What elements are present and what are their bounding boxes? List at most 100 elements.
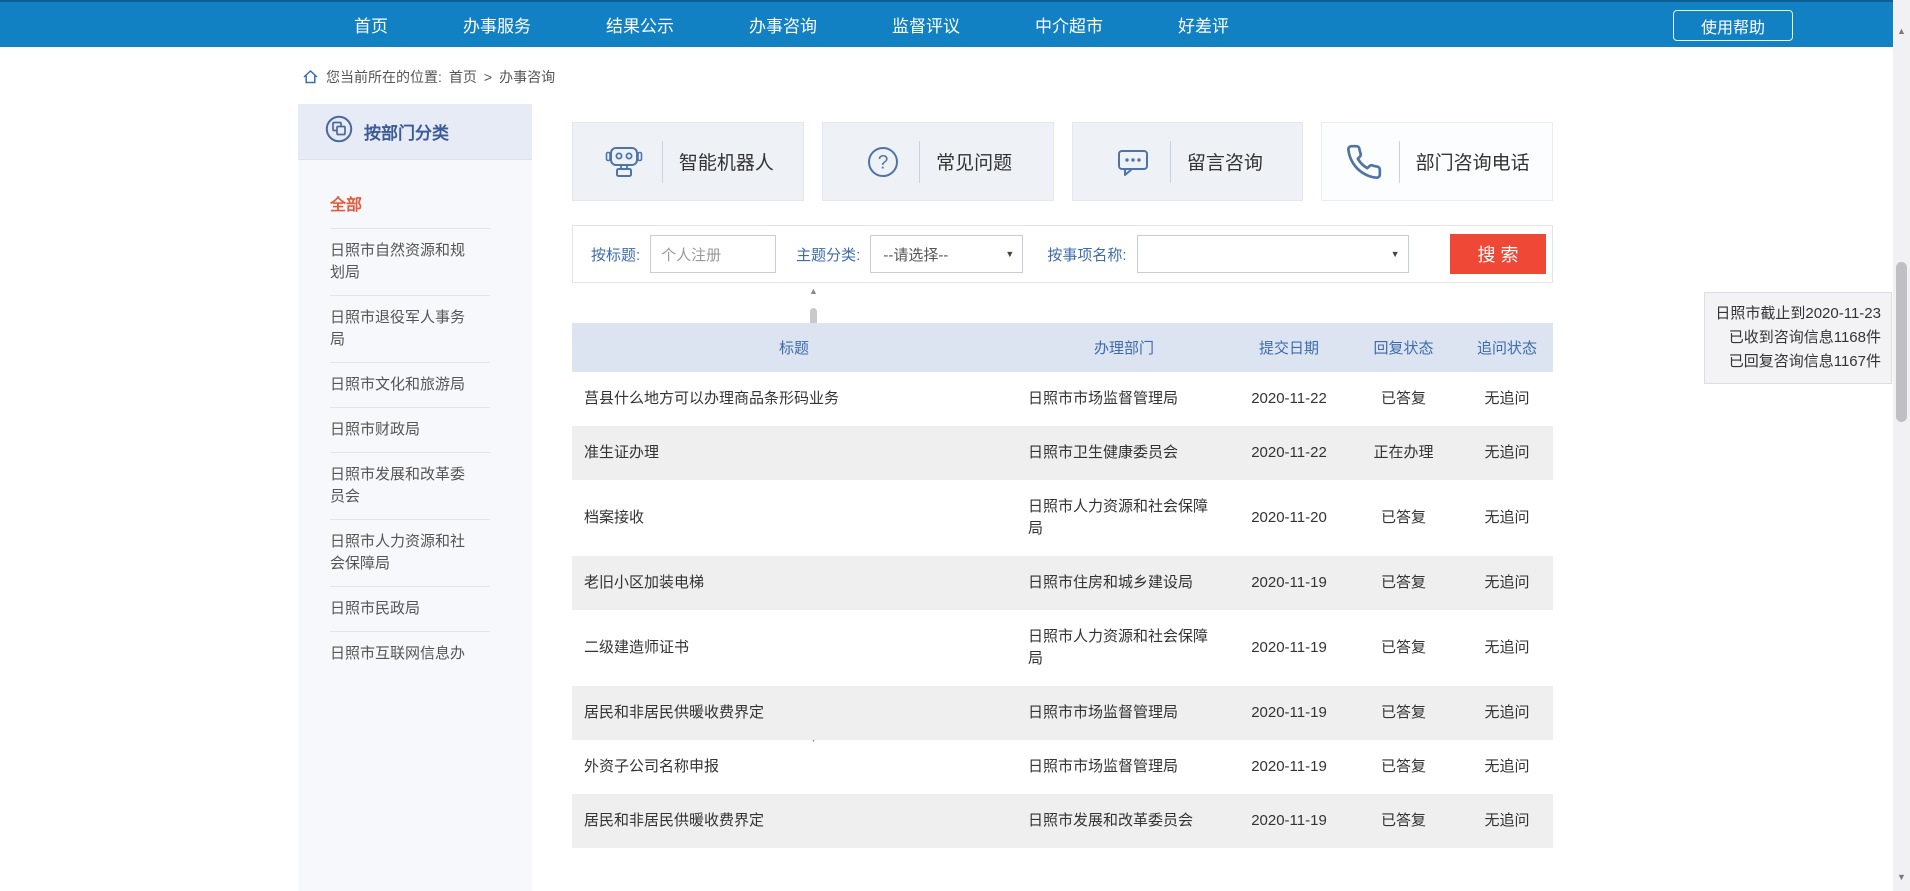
sidebar-item[interactable]: 日照市财政局	[330, 408, 490, 453]
stats-line: 已回复咨询信息1167件	[1715, 350, 1881, 374]
tab-label: 留言咨询	[1187, 148, 1263, 175]
row-date: 2020-11-20	[1232, 480, 1346, 556]
col-header-follow-status: 追问状态	[1461, 323, 1553, 372]
row-title[interactable]: 二级建造师证书	[572, 610, 1016, 686]
nav-item-services[interactable]: 办事服务	[463, 12, 531, 37]
table-row[interactable]: 档案接收 日照市人力资源和社会保障局 2020-11-20 已答复 无追问	[572, 480, 1553, 556]
tab-label: 常见问题	[936, 148, 1012, 175]
table-row[interactable]: 老旧小区加装电梯 日照市住房和城乡建设局 2020-11-19 已答复 无追问	[572, 556, 1553, 610]
sidebar-item-all[interactable]: 全部	[330, 184, 490, 229]
row-follow-status: 无追问	[1461, 610, 1553, 686]
main-content: 智能机器人 ? 常见问题	[572, 104, 1553, 848]
row-department: 日照市市场监督管理局	[1016, 686, 1232, 740]
divider	[662, 141, 663, 183]
divider	[1170, 141, 1171, 183]
sidebar-item[interactable]: 日照市互联网信息办	[330, 632, 490, 676]
row-follow-status: 无追问	[1461, 426, 1553, 480]
consultation-table: 标题 办理部门 提交日期 回复状态 追问状态 莒县什么地方可以办理商品条形码业务…	[572, 323, 1553, 848]
row-title[interactable]: 准生证办理	[572, 426, 1016, 480]
category-select[interactable]: --请选择-- ▼	[870, 235, 1023, 273]
nav-items: 首页 办事服务 结果公示 办事咨询 监督评议 中介超市 好差评	[0, 12, 1229, 37]
chevron-down-icon: ▼	[1005, 249, 1014, 259]
row-follow-status: 无追问	[1461, 372, 1553, 426]
tab-faq[interactable]: ? 常见问题	[822, 122, 1054, 201]
row-title[interactable]: 居民和非居民供暖收费界定	[572, 794, 1016, 848]
table-row[interactable]: 外资子公司名称申报 日照市市场监督管理局 2020-11-19 已答复 无追问	[572, 740, 1553, 794]
consultation-stats-box: 日照市截止到2020-11-23 已收到咨询信息1168件 已回复咨询信息116…	[1704, 292, 1892, 384]
row-follow-status: 无追问	[1461, 480, 1553, 556]
sidebar-item[interactable]: 日照市人力资源和社会保障局	[330, 520, 490, 587]
nav-item-results[interactable]: 结果公示	[606, 12, 674, 37]
consult-channel-tabs: 智能机器人 ? 常见问题	[572, 122, 1553, 201]
scroll-down-icon[interactable]: ▼	[1897, 872, 1906, 882]
row-reply-status: 已答复	[1346, 372, 1461, 426]
row-department: 日照市发展和改革委员会	[1016, 794, 1232, 848]
nav-item-consult[interactable]: 办事咨询	[749, 12, 817, 37]
sidebar-item[interactable]: 日照市退役军人事务局	[330, 296, 490, 363]
breadcrumb-separator: >	[484, 69, 492, 85]
page-scrollbar: ▲ ▼	[1893, 0, 1910, 891]
nav-item-agency-market[interactable]: 中介超市	[1035, 12, 1103, 37]
breadcrumb: 您当前所在的位置: 首页 > 办事咨询	[302, 49, 555, 104]
sidebar-list: 全部 日照市自然资源和规划局 日照市退役军人事务局 日照市文化和旅游局 日照市财…	[298, 160, 532, 676]
help-button[interactable]: 使用帮助	[1673, 10, 1793, 41]
breadcrumb-current: 办事咨询	[499, 67, 555, 87]
nav-item-rating[interactable]: 好差评	[1178, 12, 1229, 37]
sidebar-item[interactable]: 日照市民政局	[330, 587, 490, 632]
sidebar-item[interactable]: 日照市发展和改革委员会	[330, 453, 490, 520]
row-follow-status: 无追问	[1461, 686, 1553, 740]
row-title[interactable]: 莒县什么地方可以办理商品条形码业务	[572, 372, 1016, 426]
table-row[interactable]: 二级建造师证书 日照市人力资源和社会保障局 2020-11-19 已答复 无追问	[572, 610, 1553, 686]
row-title[interactable]: 居民和非居民供暖收费界定	[572, 686, 1016, 740]
divider	[1399, 141, 1400, 183]
row-date: 2020-11-19	[1232, 740, 1346, 794]
tab-label: 部门咨询电话	[1416, 148, 1530, 175]
question-icon: ?	[863, 142, 903, 182]
row-reply-status: 已答复	[1346, 556, 1461, 610]
sidebar-item[interactable]: 日照市文化和旅游局	[330, 363, 490, 408]
svg-text:?: ?	[878, 152, 889, 173]
row-department: 日照市人力资源和社会保障局	[1016, 480, 1232, 556]
table-row[interactable]: 居民和非居民供暖收费界定 日照市发展和改革委员会 2020-11-19 已答复 …	[572, 794, 1553, 848]
sidebar-item[interactable]: 日照市自然资源和规划局	[330, 229, 490, 296]
row-department: 日照市市场监督管理局	[1016, 372, 1232, 426]
row-date: 2020-11-19	[1232, 556, 1346, 610]
table-row[interactable]: 莒县什么地方可以办理商品条形码业务 日照市市场监督管理局 2020-11-22 …	[572, 372, 1553, 426]
chevron-down-icon: ▼	[1391, 249, 1400, 259]
item-name-label: 按事项名称:	[1047, 244, 1126, 265]
robot-icon	[602, 140, 646, 184]
title-search-input[interactable]	[650, 235, 776, 273]
message-icon	[1112, 141, 1154, 183]
col-header-department: 办理部门	[1016, 323, 1232, 372]
breadcrumb-home-link[interactable]: 首页	[449, 67, 477, 87]
row-title[interactable]: 外资子公司名称申报	[572, 740, 1016, 794]
phone-icon	[1345, 143, 1383, 181]
row-department: 日照市市场监督管理局	[1016, 740, 1232, 794]
table-header-row: 标题 办理部门 提交日期 回复状态 追问状态	[572, 323, 1553, 372]
tab-smart-robot[interactable]: 智能机器人	[572, 122, 804, 201]
search-button[interactable]: 搜 索	[1450, 234, 1546, 274]
row-title[interactable]: 档案接收	[572, 480, 1016, 556]
page-scrollbar-thumb[interactable]	[1896, 262, 1907, 422]
tab-department-phone[interactable]: 部门咨询电话	[1321, 122, 1553, 201]
breadcrumb-label: 您当前所在的位置:	[326, 67, 442, 87]
top-nav: 首页 办事服务 结果公示 办事咨询 监督评议 中介超市 好差评 使用帮助	[0, 0, 1893, 47]
tab-leave-message[interactable]: 留言咨询	[1072, 122, 1304, 201]
row-reply-status: 已答复	[1346, 686, 1461, 740]
table-row[interactable]: 居民和非居民供暖收费界定 日照市市场监督管理局 2020-11-19 已答复 无…	[572, 686, 1553, 740]
category-label: 主题分类:	[796, 244, 860, 265]
title-search-label: 按标题:	[591, 244, 640, 265]
row-date: 2020-11-19	[1232, 686, 1346, 740]
row-reply-status: 已答复	[1346, 480, 1461, 556]
page: 首页 办事服务 结果公示 办事咨询 监督评议 中介超市 好差评 使用帮助 您当前…	[0, 0, 1910, 891]
scroll-up-icon[interactable]: ▲	[1897, 26, 1906, 36]
sidebar-department-filter: 按部门分类 全部 日照市自然资源和规划局 日照市退役军人事务局 日照市文化和旅游…	[298, 104, 532, 891]
table-row[interactable]: 准生证办理 日照市卫生健康委员会 2020-11-22 正在办理 无追问	[572, 426, 1553, 480]
nav-item-home[interactable]: 首页	[354, 12, 388, 37]
search-bar: 按标题: 主题分类: --请选择-- ▼ 按事项名称: ▼ 搜 索	[572, 225, 1553, 283]
row-date: 2020-11-19	[1232, 794, 1346, 848]
row-title[interactable]: 老旧小区加装电梯	[572, 556, 1016, 610]
stats-line: 日照市截止到2020-11-23	[1715, 302, 1881, 326]
nav-item-supervision[interactable]: 监督评议	[892, 12, 960, 37]
item-name-select[interactable]: ▼	[1137, 235, 1409, 273]
